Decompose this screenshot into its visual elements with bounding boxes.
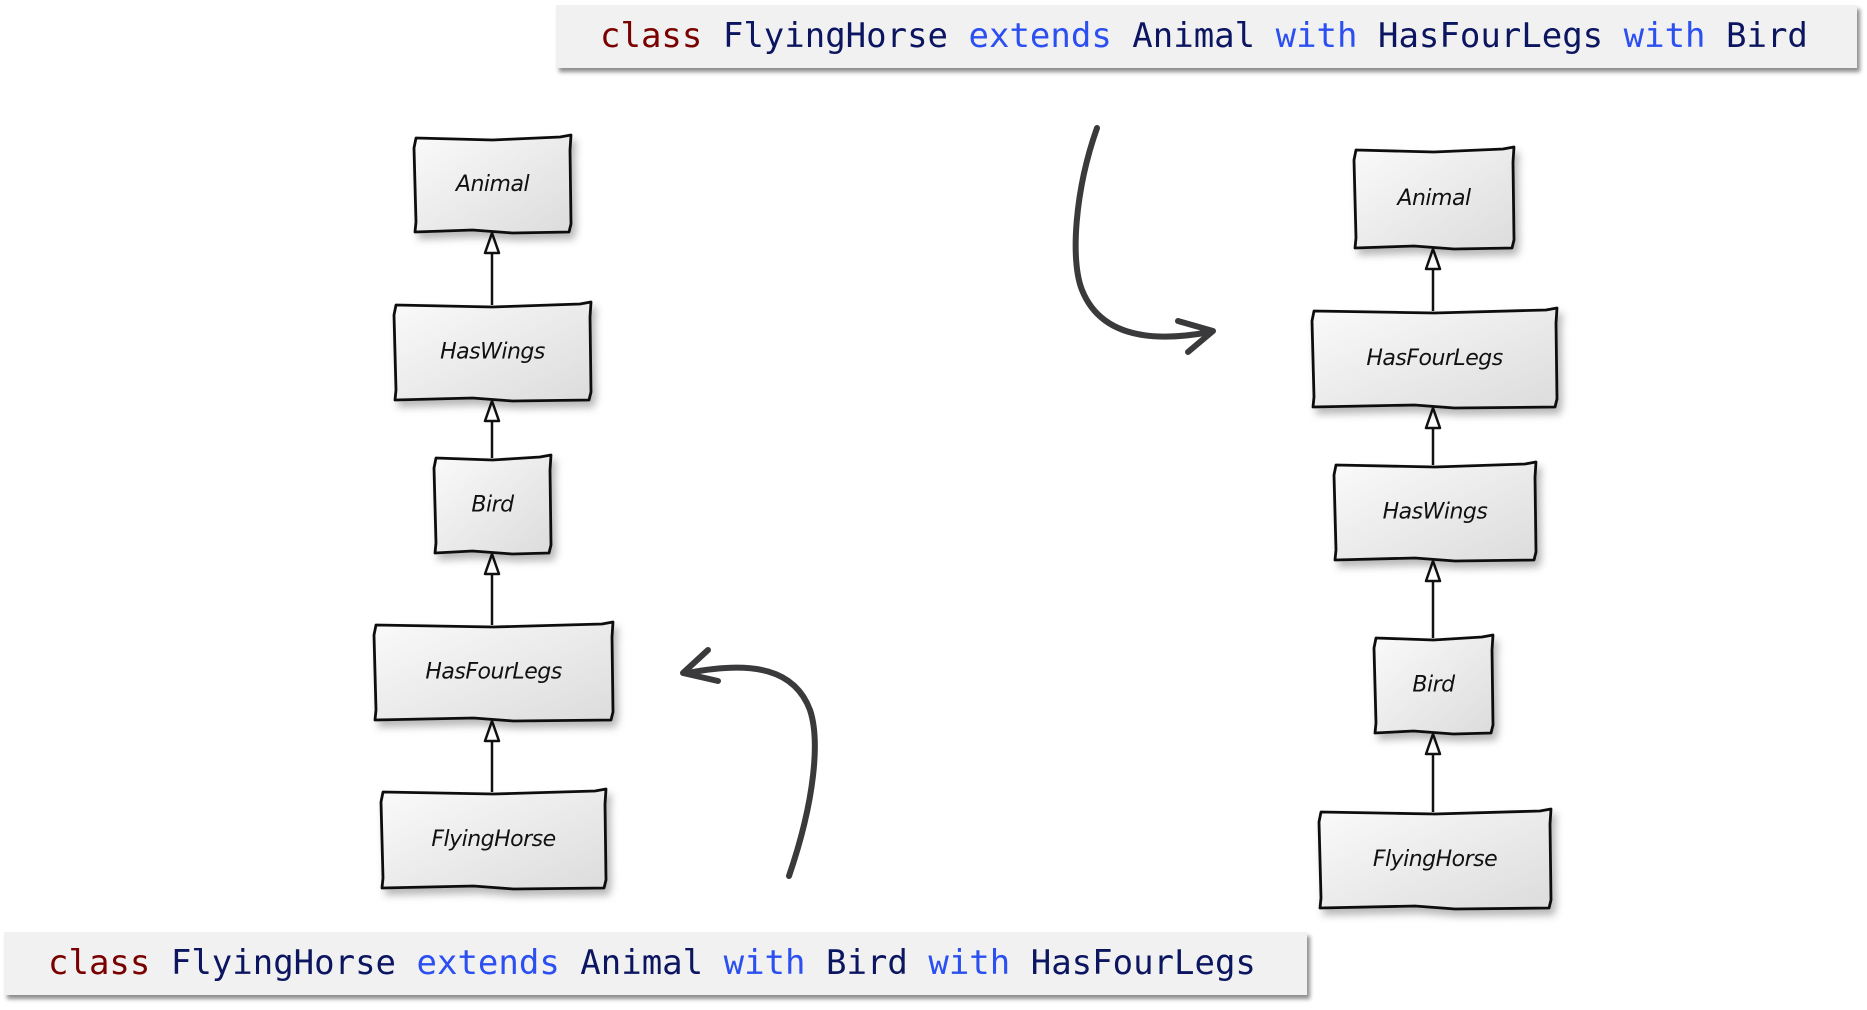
class-box-haswings: HasWings: [392, 300, 593, 403]
class-name-label: Bird: [471, 493, 515, 518]
class-box-bird: Bird: [432, 453, 553, 556]
class-name-label: HasWings: [1383, 500, 1488, 525]
inheritance-arrowhead-icon: [1424, 247, 1442, 271]
curved-arrow-top: [1072, 125, 1216, 355]
inheritance-diagrams: Animal HasWings Bird HasFourLegs FlyingHorse…: [372, 125, 1559, 911]
inheritance-arrowhead-icon: [483, 719, 501, 743]
class-name-label: HasFourLegs: [425, 660, 561, 685]
class-box-flyinghorse: FlyingHorse: [1317, 807, 1553, 911]
class-name-label: Bird: [1412, 673, 1456, 698]
curved-arrow-bottom: [680, 647, 818, 879]
class-box-hasfourlegs: HasFourLegs: [1310, 306, 1559, 410]
class-box-animal: Animal: [412, 133, 573, 235]
inheritance-arrowhead-icon: [1424, 732, 1442, 756]
inheritance-arrowhead-icon: [1424, 406, 1442, 430]
class-box-flyinghorse: FlyingHorse: [379, 787, 608, 891]
inheritance-arrowhead-icon: [483, 399, 501, 423]
class-name-label: Animal: [1395, 186, 1471, 211]
left-hierarchy: Animal HasWings Bird HasFourLegs FlyingHorse: [372, 133, 615, 891]
right-hierarchy: Animal HasFourLegs HasWings Bird FlyingHorse: [1310, 145, 1559, 911]
inheritance-arrowhead-icon: [483, 552, 501, 576]
class-name-label: FlyingHorse: [431, 827, 555, 852]
class-box-animal: Animal: [1352, 145, 1516, 251]
class-box-haswings: HasWings: [1332, 460, 1538, 563]
class-name-label: Animal: [454, 172, 530, 197]
inheritance-arrowhead-icon: [1424, 559, 1442, 583]
class-name-label: HasFourLegs: [1366, 346, 1502, 371]
class-name-label: HasWings: [440, 340, 545, 365]
inheritance-arrowhead-icon: [483, 231, 501, 255]
class-box-bird: Bird: [1372, 633, 1495, 736]
class-name-label: FlyingHorse: [1373, 847, 1497, 872]
class-box-hasfourlegs: HasFourLegs: [372, 620, 615, 723]
